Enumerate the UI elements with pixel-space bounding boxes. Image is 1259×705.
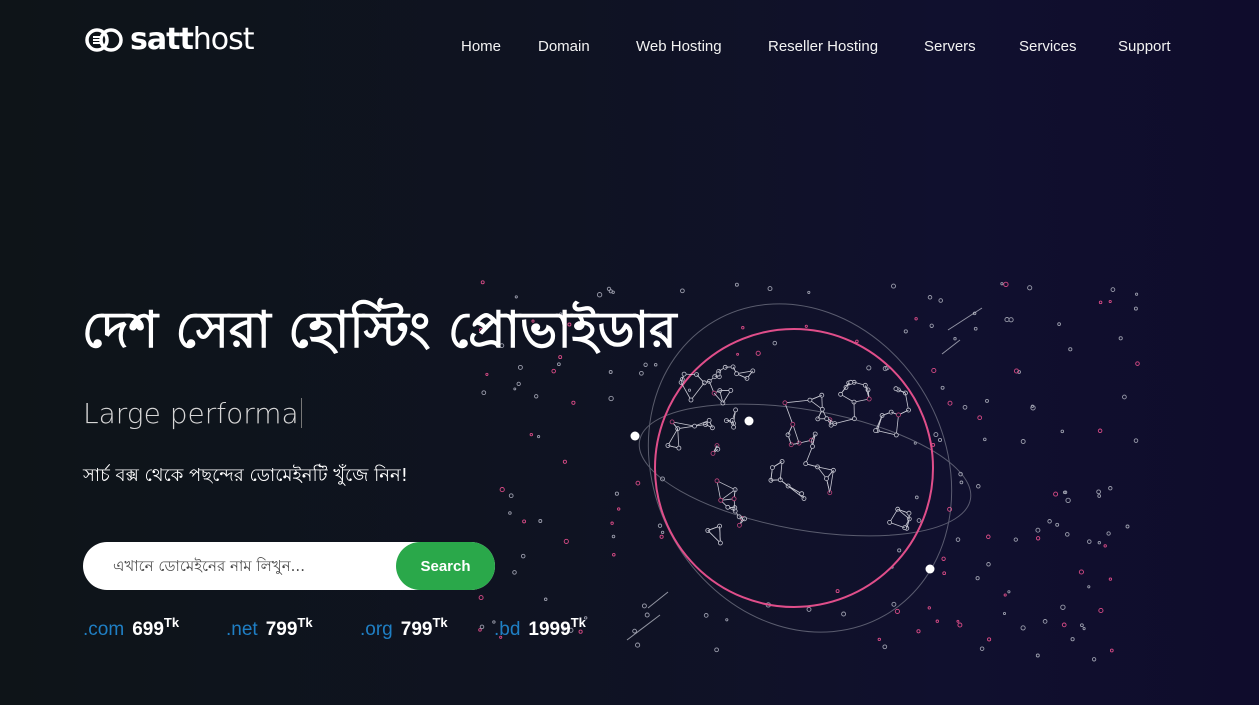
typing-caret: [300, 398, 302, 428]
search-button[interactable]: Search: [396, 542, 495, 590]
globe-outline: [654, 328, 934, 608]
nav-reseller-hosting[interactable]: Reseller Hosting: [768, 36, 878, 58]
nav-domain[interactable]: Domain: [538, 36, 590, 58]
price-extension: .net: [226, 619, 258, 640]
price-net: .net 799Tk: [226, 610, 313, 640]
price-currency: Tk: [570, 615, 586, 630]
domain-search-form: Search: [83, 542, 495, 590]
nav-support[interactable]: Support: [1118, 36, 1171, 58]
domain-search-input[interactable]: [113, 551, 403, 581]
price-bd: .bd 1999Tk: [494, 610, 586, 640]
price-org: .org 799Tk: [360, 610, 448, 640]
typed-text: Large performa: [83, 397, 299, 430]
hero-subtitle: সার্চ বক্স থেকে পছন্দের ডোমেইনটি খুঁজে ন…: [83, 465, 408, 486]
price-extension: .bd: [494, 619, 521, 640]
continent-mesh: [665, 364, 912, 546]
typed-tagline: Large performa: [83, 394, 302, 434]
nav-home[interactable]: Home: [461, 36, 501, 58]
hero-title: দেশ সেরা হোস্টিং প্রোভাইডার: [82, 301, 677, 359]
price-amount: 799: [265, 619, 298, 640]
nav-services[interactable]: Services: [1019, 36, 1077, 58]
orbit-nodes: [630, 416, 935, 574]
nav-servers[interactable]: Servers: [924, 36, 976, 58]
price-extension: .com: [83, 619, 125, 640]
price-currency: Tk: [163, 615, 180, 630]
nav-web-hosting[interactable]: Web Hosting: [636, 36, 722, 58]
price-com: .com 699Tk: [83, 610, 180, 640]
price-currency: Tk: [297, 615, 313, 630]
price-amount: 699: [132, 619, 164, 640]
price-extension: .org: [360, 619, 393, 640]
price-currency: Tk: [432, 615, 448, 630]
main-navigation: Home Domain Web Hosting Reseller Hosting…: [0, 36, 1259, 58]
price-amount: 1999: [528, 619, 571, 640]
price-amount: 799: [400, 619, 433, 640]
